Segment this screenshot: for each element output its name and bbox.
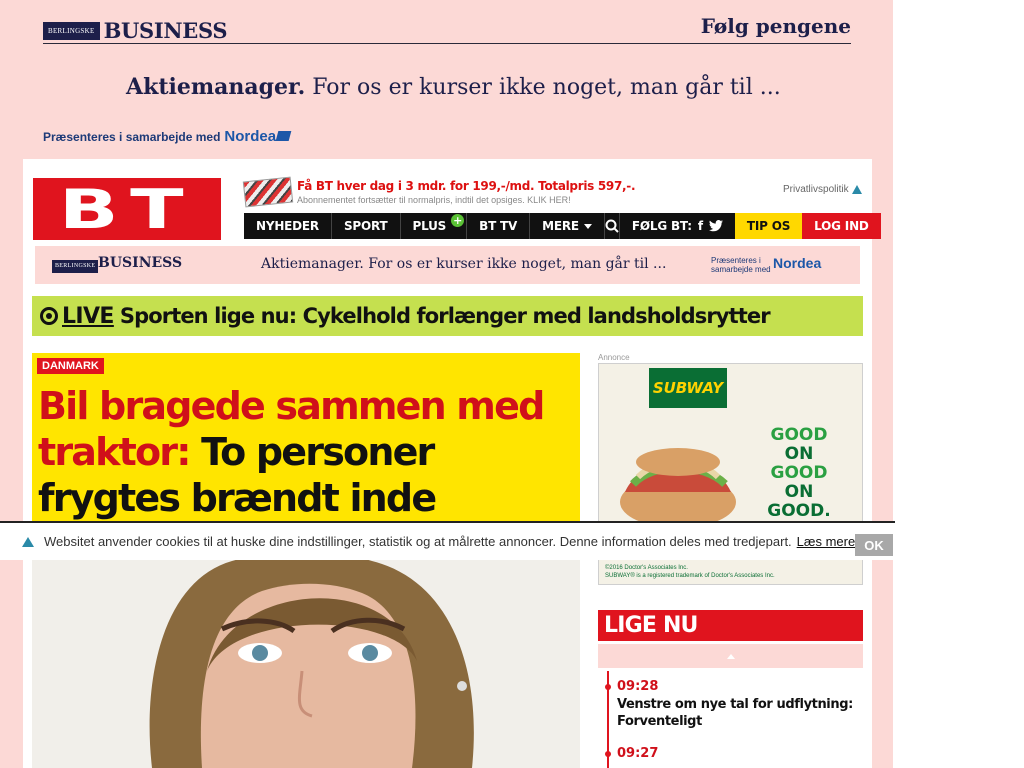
inner-ad-headline: Aktiemanager. For os er kurser ikke noge…	[261, 256, 667, 272]
presented-by[interactable]: Præsenteres i samarbejde med Nordea	[43, 128, 292, 145]
adchoices-icon	[851, 185, 862, 194]
live-icon	[40, 307, 58, 325]
nordea-logo: Nordea	[224, 128, 277, 145]
business-wordmark: BUSINESS	[103, 18, 228, 43]
business-tagline: Følg pengene	[700, 14, 851, 38]
business-brand: BERLINGSKE BUSINESS	[43, 18, 228, 43]
inner-nordea-logo: Nordea	[773, 255, 822, 271]
ad-headline[interactable]: Aktiemanager. For os er kurser ikke noge…	[126, 74, 781, 100]
section-tag[interactable]: DANMARK	[37, 358, 104, 374]
cookie-text: Websitet anvender cookies til at huske d…	[44, 534, 792, 549]
read-more-link[interactable]: Læs mere	[797, 534, 856, 549]
twitter-icon[interactable]	[708, 220, 723, 232]
inner-business-wordmark: BUSINESS	[98, 255, 183, 271]
annonce-label: Annonce	[598, 353, 630, 362]
bt-page: BT Få BT hver dag i 3 mdr. for 199,-/md.…	[23, 159, 881, 768]
bt-logo[interactable]: BT	[33, 177, 221, 241]
article-headline[interactable]: Bil bragede sammen med traktor: To perso…	[38, 383, 568, 521]
search-icon	[605, 219, 619, 233]
slogan-line-1: GOOD	[770, 425, 828, 445]
news-title: Venstre om nye tal for udflytning: Forve…	[617, 697, 853, 729]
subway-logo: SUBWAY	[649, 368, 727, 408]
bt-logo-text: BT	[58, 177, 196, 241]
newspaper-icon	[242, 176, 294, 208]
nordea-flag-icon	[275, 131, 292, 141]
nav-plus[interactable]: PLUS +	[401, 213, 468, 239]
plus-badge-icon: +	[451, 214, 465, 227]
nav-bt-tv[interactable]: BT TV	[467, 213, 531, 239]
follow-bt: FØLG BT: f	[620, 213, 735, 239]
top-article[interactable]: DANMARK Bil bragede sammen med traktor: …	[32, 353, 580, 768]
cookie-ok-button[interactable]: OK	[855, 534, 893, 556]
news-time: 09:27	[617, 746, 659, 761]
main-nav: NYHEDER SPORT PLUS + BT TV MERE FØLG BT: …	[244, 213, 881, 239]
live-ticker[interactable]: LIVE Sporten lige nu: Cykelhold forlænge…	[32, 296, 863, 336]
subscription-promo[interactable]: Få BT hver dag i 3 mdr. for 199,-/md. To…	[242, 176, 664, 209]
timeline-dot	[605, 751, 611, 757]
chevron-down-icon	[583, 223, 592, 229]
cookie-banner: Websitet anvender cookies til at huske d…	[0, 521, 895, 560]
nav-plus-label: PLUS	[412, 219, 447, 233]
promo-subtitle: Abonnementet fortsætter til normalpris, …	[297, 195, 571, 205]
promo-title: Få BT hver dag i 3 mdr. for 199,-/md. To…	[297, 179, 636, 193]
inner-presented-by: Præsenteres i samarbejde med	[711, 256, 771, 274]
slogan-line-4: ON	[784, 482, 814, 502]
live-text: Sporten lige nu: Cykelhold forlænger med…	[119, 304, 771, 328]
slogan-line-3: GOOD	[770, 463, 828, 483]
nav-mere[interactable]: MERE	[530, 213, 605, 239]
berlingske-chip: BERLINGSKE	[43, 21, 100, 40]
live-label: LIVE	[62, 303, 114, 329]
timeline-dot	[605, 684, 611, 690]
nav-nyheder[interactable]: NYHEDER	[244, 213, 332, 239]
fineprint-2: SUBWAY® is a registered trademark of Doc…	[605, 573, 775, 579]
ad-headline-bold: Aktiemanager.	[126, 74, 306, 100]
info-icon	[22, 536, 34, 547]
slogan-line-2: ON	[784, 444, 814, 464]
sandwich-image	[620, 448, 736, 528]
privacy-link[interactable]: Privatlivspolitik	[783, 184, 862, 195]
news-item[interactable]: 09:28 Venstre om nye tal for udflytning:…	[605, 679, 857, 730]
subway-fineprint: ©2016 Doctor's Associates Inc. SUBWAY® i…	[605, 564, 775, 580]
presented-by-text: Præsenteres i samarbejde med	[43, 130, 221, 144]
subway-slogan: GOOD ON GOOD ON GOOD.	[739, 426, 859, 521]
slogan-line-5: GOOD.	[767, 501, 831, 521]
lige-nu-title[interactable]: LIGE NU	[598, 610, 863, 641]
lige-nu-scroll-up[interactable]	[598, 644, 863, 668]
privacy-label: Privatlivspolitik	[783, 184, 849, 195]
ad-headline-rest: For os er kurser ikke noget, man går til…	[305, 75, 781, 100]
inner-business-ad[interactable]: BERLINGSKE BUSINESS Aktiemanager. For os…	[35, 246, 860, 284]
tip-os-button[interactable]: TIP OS	[734, 213, 803, 239]
facebook-icon[interactable]: f	[698, 219, 703, 233]
inner-berlingske-chip: BERLINGSKE	[52, 260, 99, 273]
news-item[interactable]: 09:27	[605, 746, 857, 761]
nav-mere-label: MERE	[542, 219, 579, 233]
article-headline-box: DANMARK Bil bragede sammen med traktor: …	[32, 353, 580, 521]
business-ad-header[interactable]: BERLINGSKE BUSINESS Følg pengene	[43, 12, 851, 44]
follow-label: FØLG BT:	[631, 219, 692, 233]
search-button[interactable]	[605, 213, 620, 239]
news-time: 09:28	[617, 679, 659, 694]
fineprint-1: ©2016 Doctor's Associates Inc.	[605, 565, 688, 571]
nav-sport[interactable]: SPORT	[332, 213, 401, 239]
chevron-up-icon	[726, 653, 735, 659]
login-button[interactable]: LOG IND	[802, 213, 881, 239]
